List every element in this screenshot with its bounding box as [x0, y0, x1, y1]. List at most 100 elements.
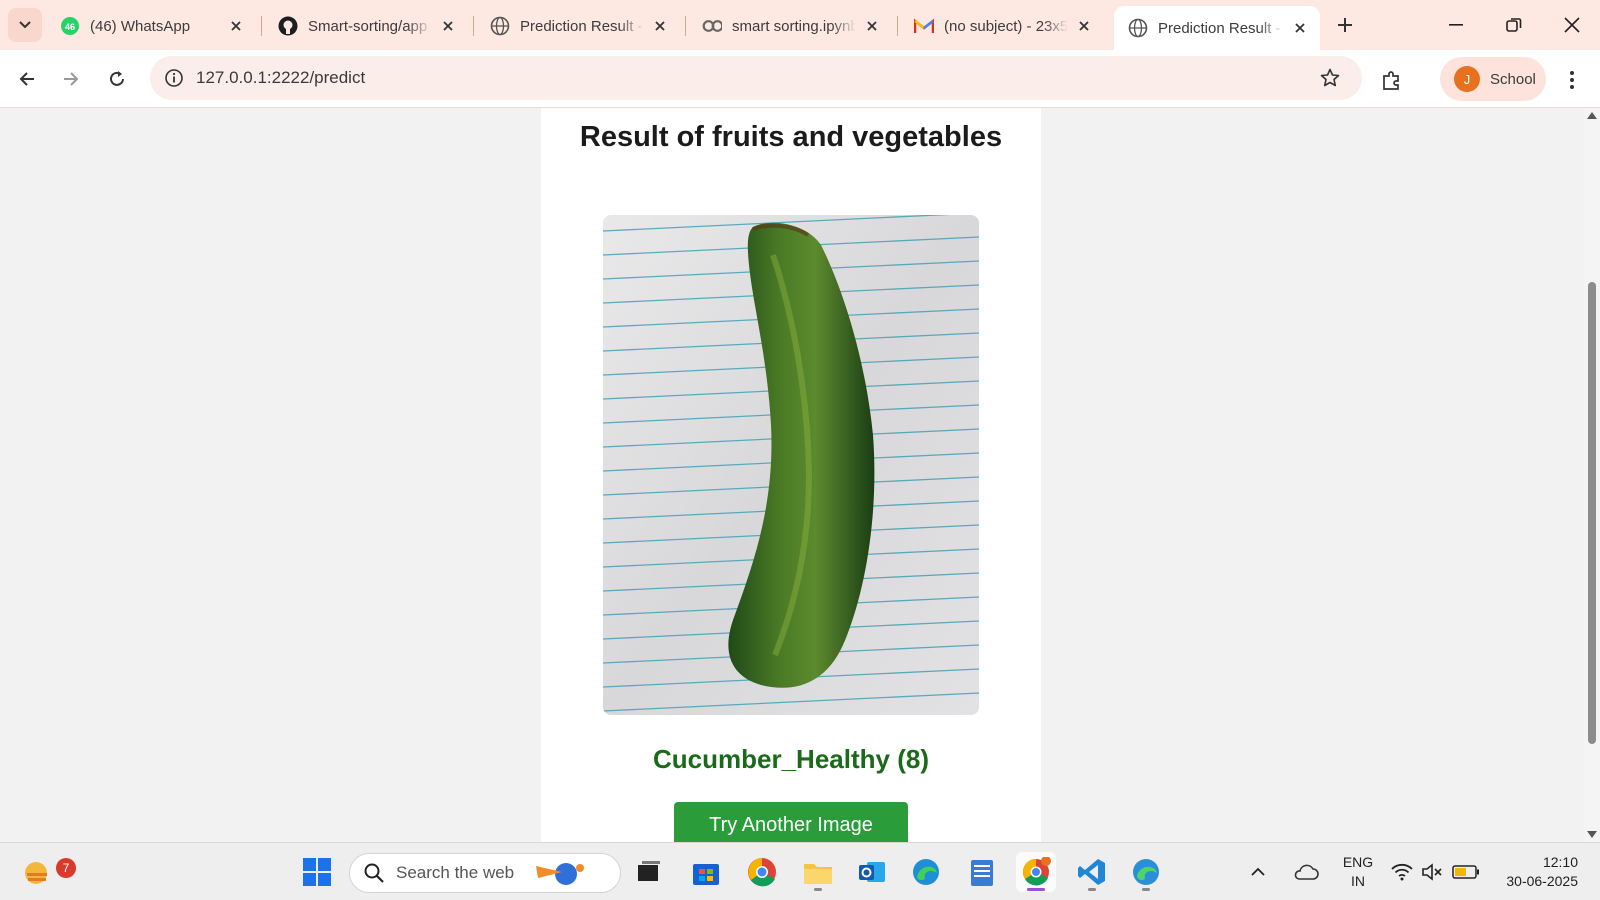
search-icon [364, 863, 384, 883]
scroll-up-icon[interactable] [1587, 112, 1597, 119]
start-button[interactable] [297, 852, 337, 892]
edge-icon [1133, 859, 1159, 885]
profile-button[interactable]: J School [1440, 57, 1546, 101]
scrollbar-thumb[interactable] [1588, 282, 1596, 744]
chevron-down-icon [19, 21, 31, 29]
taskbar-edge[interactable] [906, 852, 946, 892]
tab-prediction-result[interactable]: Prediction Result - [476, 6, 680, 46]
page-viewport: Result of fruits and vegetables Cucumber… [0, 108, 1584, 842]
notification-badge: 7 [56, 858, 76, 878]
browser-toolbar: 127.0.0.1:2222/predict J School [0, 50, 1600, 108]
edge-icon [913, 859, 939, 885]
close-icon[interactable] [226, 16, 246, 36]
battery-icon [1452, 865, 1479, 879]
taskbar-notepad[interactable] [962, 852, 1002, 892]
search-highlight-icon [536, 863, 585, 885]
language-indicator[interactable]: ENG IN [1338, 853, 1378, 891]
cloud-icon [1294, 864, 1319, 880]
kebab-menu-icon [1570, 71, 1574, 89]
wifi-icon [1391, 863, 1413, 881]
plus-icon [1338, 18, 1352, 32]
scroll-down-icon[interactable] [1587, 831, 1597, 838]
close-window-button[interactable] [1544, 4, 1600, 46]
clock-date: 30-06-2025 [1506, 873, 1578, 889]
uploaded-image [603, 215, 979, 715]
onedrive-button[interactable] [1290, 852, 1322, 892]
url-text[interactable]: 127.0.0.1:2222/predict [196, 68, 365, 88]
search-placeholder: Search the web [396, 863, 515, 882]
taskbar-task-view[interactable] [629, 852, 669, 892]
active-indicator [1027, 888, 1045, 891]
taskbar-chrome[interactable] [742, 852, 782, 892]
restore-button[interactable] [1486, 4, 1542, 46]
tab-search-button[interactable] [8, 8, 42, 42]
site-info-icon[interactable] [162, 66, 186, 90]
bookmark-star-icon[interactable] [1318, 66, 1342, 90]
browser-menu-button[interactable] [1560, 66, 1584, 94]
globe-icon [1128, 18, 1148, 38]
page-scrollbar[interactable] [1584, 108, 1600, 842]
tab-strip: 46 (46) WhatsApp Smart-sorting/app Predi… [0, 0, 1600, 50]
puzzle-icon [1383, 71, 1399, 90]
back-button[interactable] [10, 62, 44, 96]
profile-label: School [1490, 70, 1536, 88]
close-icon[interactable] [650, 16, 670, 36]
close-icon[interactable] [438, 16, 458, 36]
try-another-image-button[interactable]: Try Another Image [674, 802, 908, 842]
taskbar-file-explorer[interactable] [798, 852, 838, 892]
system-clock[interactable]: 12:10 30-06-2025 [1494, 853, 1578, 891]
widgets-button[interactable]: 7 [18, 852, 76, 892]
running-indicator [1142, 888, 1150, 891]
language-line-1: ENG [1342, 854, 1374, 870]
taskbar-chrome-profile[interactable] [1016, 852, 1056, 892]
chrome-icon [748, 858, 776, 887]
running-indicator [1088, 888, 1096, 891]
tab-title: (no subject) - 23x5 [944, 17, 1068, 35]
taskbar-outlook[interactable] [852, 852, 892, 892]
tab-separator [473, 16, 474, 36]
windows-taskbar: 7 Search the web ENG IN 12:10 30-06-2025 [0, 842, 1600, 900]
close-icon[interactable] [1290, 18, 1310, 38]
extensions-button[interactable] [1378, 66, 1406, 94]
wifi-button[interactable] [1388, 852, 1416, 892]
language-line-2: IN [1351, 873, 1365, 889]
task-view-icon [638, 861, 660, 881]
result-card: Result of fruits and vegetables Cucumber… [541, 108, 1041, 842]
tab-prediction-result-active[interactable]: Prediction Result - [1114, 6, 1320, 50]
tab-colab[interactable]: smart sorting.ipynb [688, 6, 892, 46]
close-icon[interactable] [862, 16, 882, 36]
minimize-button[interactable] [1428, 4, 1484, 46]
new-tab-button[interactable] [1330, 10, 1360, 40]
running-indicator [814, 888, 822, 891]
svg-text:46: 46 [65, 22, 75, 32]
restore-icon [1506, 18, 1522, 32]
clock-time: 12:10 [1542, 854, 1578, 870]
address-bar[interactable]: 127.0.0.1:2222/predict [150, 56, 1362, 100]
github-icon [278, 16, 298, 36]
windows-icon [303, 858, 331, 886]
reload-button[interactable] [100, 62, 134, 96]
chrome-icon [1022, 857, 1051, 886]
avatar: J [1454, 66, 1480, 92]
globe-icon [490, 16, 510, 36]
close-icon[interactable] [1074, 16, 1094, 36]
taskbar-store[interactable] [686, 852, 726, 892]
prediction-result: Cucumber_Healthy (8) [653, 744, 929, 774]
battery-button[interactable] [1450, 852, 1482, 892]
tab-gmail[interactable]: (no subject) - 23x5 [900, 6, 1104, 46]
tab-whatsapp[interactable]: 46 (46) WhatsApp [46, 6, 256, 46]
tab-github[interactable]: Smart-sorting/app [264, 6, 468, 46]
tab-title: (46) WhatsApp [90, 17, 191, 35]
show-hidden-icons-button[interactable] [1246, 852, 1270, 892]
taskbar-search[interactable]: Search the web [349, 853, 621, 893]
volume-button[interactable] [1418, 852, 1446, 892]
gmail-icon [914, 16, 934, 36]
arrow-right-icon [64, 72, 79, 86]
colab-icon [702, 16, 722, 36]
taskbar-vscode[interactable] [1072, 852, 1112, 892]
taskbar-edge-alt[interactable] [1126, 852, 1166, 892]
forward-button[interactable] [54, 62, 88, 96]
close-icon [1564, 17, 1580, 33]
outlook-icon [859, 862, 885, 882]
store-icon [693, 864, 719, 885]
